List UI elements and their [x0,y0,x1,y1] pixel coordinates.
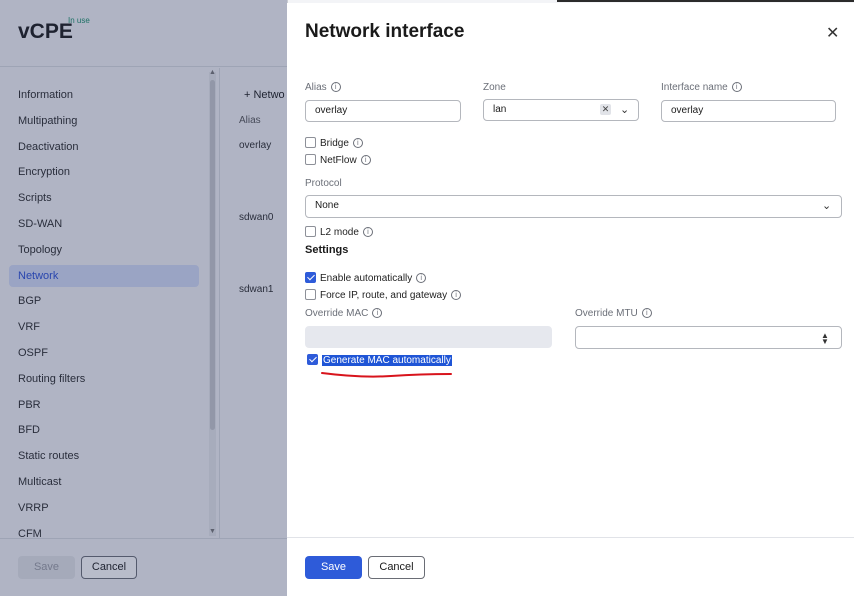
info-icon[interactable]: i [352,138,363,149]
checkbox-box[interactable] [307,353,318,365]
clear-icon[interactable]: ✕ [600,104,611,115]
checkbox-box[interactable] [305,225,316,237]
enable-automatically-checkbox[interactable]: Enable automatically i [305,271,427,286]
info-icon[interactable]: i [372,308,383,319]
info-icon[interactable]: i [362,227,373,238]
generate-mac-checkbox[interactable]: Generate MAC automatically [307,353,452,368]
override-mac-input[interactable] [305,326,552,348]
info-icon[interactable]: i [330,82,341,93]
zone-label: Zone [483,82,506,93]
checkbox-box[interactable] [305,153,316,165]
top-border [557,0,854,2]
red-underline-annotation [321,372,452,378]
override-mtu-input[interactable] [575,326,842,349]
drawer-title: Network interface [305,21,465,42]
cancel-button[interactable]: Cancel [368,556,425,579]
interface-name-input[interactable]: overlay [661,100,836,122]
modal-overlay[interactable] [0,0,287,596]
info-icon[interactable]: i [451,290,462,301]
alias-input[interactable]: overlay [305,100,461,122]
override-mac-label: Override MAC i [305,308,383,319]
override-mtu-label: Override MTU i [575,308,652,319]
checkbox-box[interactable] [305,271,316,283]
protocol-select[interactable]: None ⌄ [305,195,842,218]
drawer-footer-divider [287,537,854,538]
alias-label: Alias i [305,82,341,93]
info-icon[interactable]: i [416,273,427,284]
chevron-down-icon[interactable]: ⌄ [620,100,629,120]
force-ip-checkbox[interactable]: Force IP, route, and gateway i [305,288,462,303]
chevron-down-icon[interactable]: ⌄ [822,196,831,216]
protocol-value: None [315,200,339,211]
bridge-checkbox[interactable]: Bridge i [305,136,363,151]
interface-name-label: Interface name i [661,82,742,93]
l2-mode-checkbox[interactable]: L2 mode i [305,225,373,240]
zone-value: lan [493,104,507,115]
info-icon[interactable]: i [731,82,742,93]
info-icon[interactable]: i [641,308,652,319]
checkbox-box[interactable] [305,288,316,300]
checkbox-box[interactable] [305,136,316,148]
close-icon[interactable]: ✕ [826,23,839,43]
stepper-icon[interactable]: ▲ ▼ [821,332,829,346]
save-button[interactable]: Save [305,556,362,579]
protocol-label: Protocol [305,178,342,189]
info-icon[interactable]: i [360,155,371,166]
settings-heading: Settings [305,244,349,256]
zone-select[interactable]: lan ✕ ⌄ [483,99,639,121]
network-interface-drawer: Network interface ✕ Alias i overlay Zone … [287,3,854,596]
netflow-checkbox[interactable]: NetFlow i [305,153,371,168]
generate-mac-label: Generate MAC automatically [322,355,452,366]
